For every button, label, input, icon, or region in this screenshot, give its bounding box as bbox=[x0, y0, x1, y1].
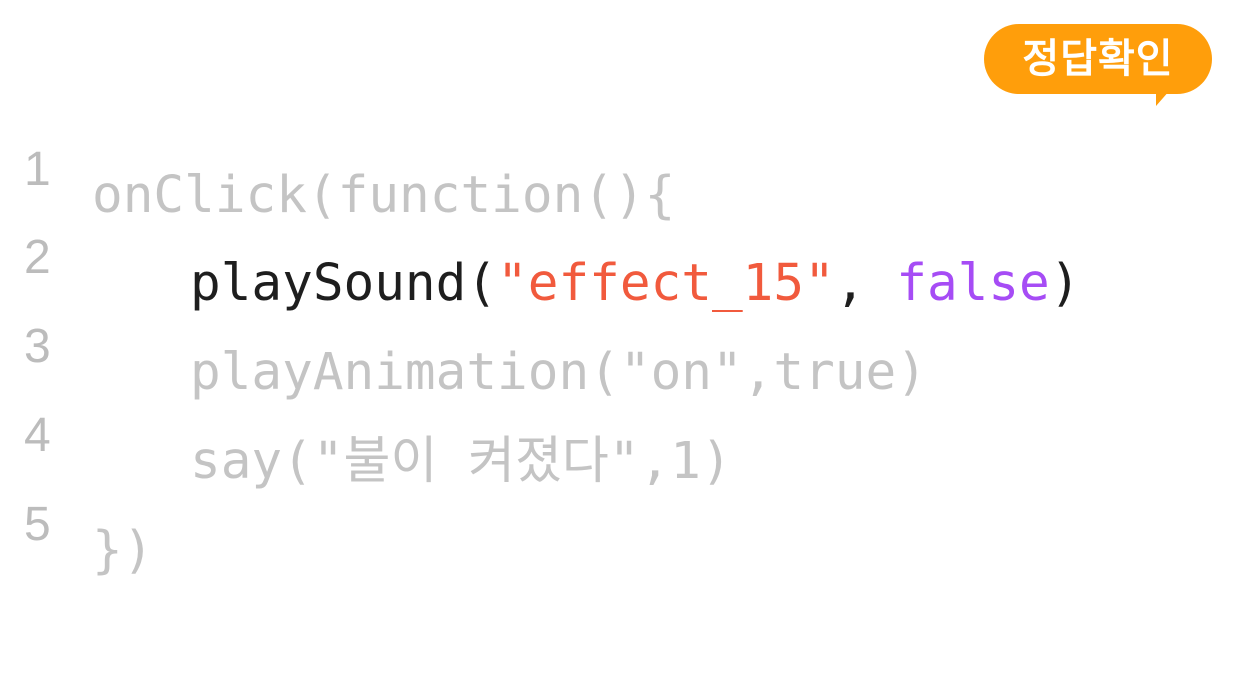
line-code: }) bbox=[92, 521, 154, 580]
code-line-4: 4 say("불이 켜졌다",1) bbox=[0, 384, 732, 491]
string-token: "effect_15" bbox=[497, 254, 835, 313]
separator-token: , bbox=[834, 254, 897, 313]
code-line-1: 1 onClick(function(){ bbox=[0, 118, 675, 225]
line-number: 1 bbox=[24, 143, 51, 196]
line-number: 2 bbox=[24, 231, 51, 284]
keyword-token: false bbox=[896, 254, 1050, 313]
line-number: 4 bbox=[24, 409, 51, 462]
close-paren-token: ) bbox=[1049, 254, 1081, 313]
code-line-2: 2 playSound("effect_15", false) bbox=[0, 206, 1080, 313]
line-code: playAnimation("on",true) bbox=[190, 343, 927, 402]
code-line-3: 3 playAnimation("on",true) bbox=[0, 295, 927, 402]
line-code: say("불이 켜졌다",1) bbox=[190, 432, 732, 491]
check-answer-label: 정답확인 bbox=[1022, 36, 1174, 82]
check-answer-button[interactable]: 정답확인 bbox=[984, 24, 1212, 106]
speech-bubble-tail bbox=[1156, 90, 1170, 106]
line-number: 5 bbox=[24, 498, 51, 551]
line-code: onClick(function(){ bbox=[92, 166, 676, 225]
code-line-5: 5 }) bbox=[0, 473, 153, 580]
line-number: 3 bbox=[24, 320, 51, 373]
function-token: playSound( bbox=[190, 254, 498, 313]
line-code: playSound("effect_15", false) bbox=[190, 244, 1080, 324]
